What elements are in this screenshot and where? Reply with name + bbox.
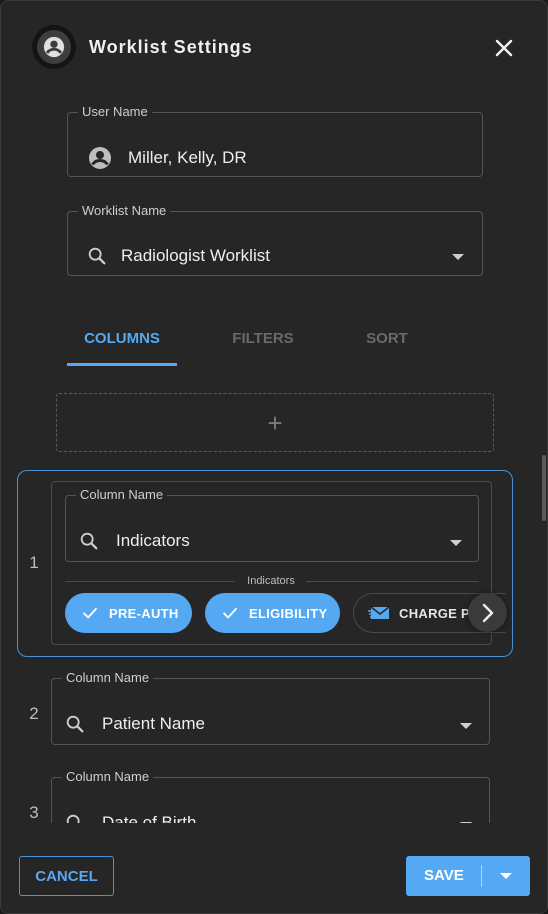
column-name-label: Column Name (66, 670, 150, 685)
worklist-settings-panel: Worklist Settings User Name Miller, Kell… (0, 0, 548, 914)
column-number: 2 (29, 704, 39, 723)
search-icon (66, 715, 84, 733)
chips-scroll-next-button[interactable] (468, 593, 507, 632)
plus-icon: + (267, 407, 283, 438)
header-avatar (32, 25, 76, 69)
chevron-down-icon (452, 254, 464, 260)
tab-columns[interactable]: COLUMNS (67, 323, 177, 367)
panel-title: Worklist Settings (89, 37, 253, 57)
close-button[interactable] (491, 35, 517, 61)
search-icon (80, 532, 98, 550)
column-name-label: Column Name (80, 487, 164, 502)
check-icon (83, 607, 97, 619)
search-icon (88, 247, 106, 265)
tab-sort[interactable]: SORT (332, 323, 442, 367)
panel-header: Worklist Settings (1, 1, 547, 93)
check-icon (223, 607, 237, 619)
scrollbar[interactable] (542, 455, 546, 521)
chip-label: ELIGIBILITY (249, 605, 328, 621)
chevron-right-icon (482, 603, 493, 622)
user-name-label: User Name (82, 104, 148, 119)
active-tab-indicator (67, 363, 177, 366)
add-column-button[interactable]: + (56, 393, 494, 452)
worklist-name-value: Radiologist Worklist (121, 246, 270, 265)
worklist-name-select[interactable]: Worklist Name Radiologist Worklist (67, 204, 483, 276)
chip-eligibility[interactable]: ELIGIBILITY (205, 593, 340, 633)
column-name-select[interactable]: Column Name Patient Name (51, 671, 490, 745)
column-name-value: Patient Name (102, 714, 205, 733)
tab-filters[interactable]: FILTERS (208, 323, 318, 367)
chip-label: PRE-AUTH (109, 605, 179, 621)
divider (481, 865, 482, 887)
column-number: 1 (29, 553, 39, 572)
settings-tabs: COLUMNS FILTERS SORT (67, 323, 487, 367)
cancel-button[interactable]: CANCEL (19, 856, 114, 896)
charge-envelope-icon (368, 606, 390, 619)
column-number: 3 (29, 803, 39, 822)
divider (65, 581, 235, 582)
chevron-down-icon (450, 540, 462, 546)
chip-pre-auth[interactable]: PRE-AUTH (65, 593, 192, 633)
divider (306, 581, 479, 582)
save-label: SAVE (424, 867, 464, 884)
account-circle-icon (89, 147, 111, 169)
column-name-select[interactable]: Column Name Indicators (65, 488, 479, 562)
column-name-value: Indicators (116, 531, 190, 550)
chevron-down-icon (460, 723, 472, 729)
save-button[interactable]: SAVE (406, 856, 530, 896)
chevron-down-icon[interactable] (500, 873, 512, 879)
indicator-chips: PRE-AUTH ELIGIBILITY CHARGE POSTED (65, 593, 506, 633)
close-icon (495, 39, 513, 57)
worklist-name-label: Worklist Name (82, 203, 167, 218)
user-name-field[interactable]: User Name Miller, Kelly, DR (67, 105, 483, 177)
account-circle-icon (43, 36, 65, 58)
user-name-value: Miller, Kelly, DR (128, 148, 247, 167)
column-name-label: Column Name (66, 769, 150, 784)
indicators-label: Indicators (247, 575, 295, 587)
